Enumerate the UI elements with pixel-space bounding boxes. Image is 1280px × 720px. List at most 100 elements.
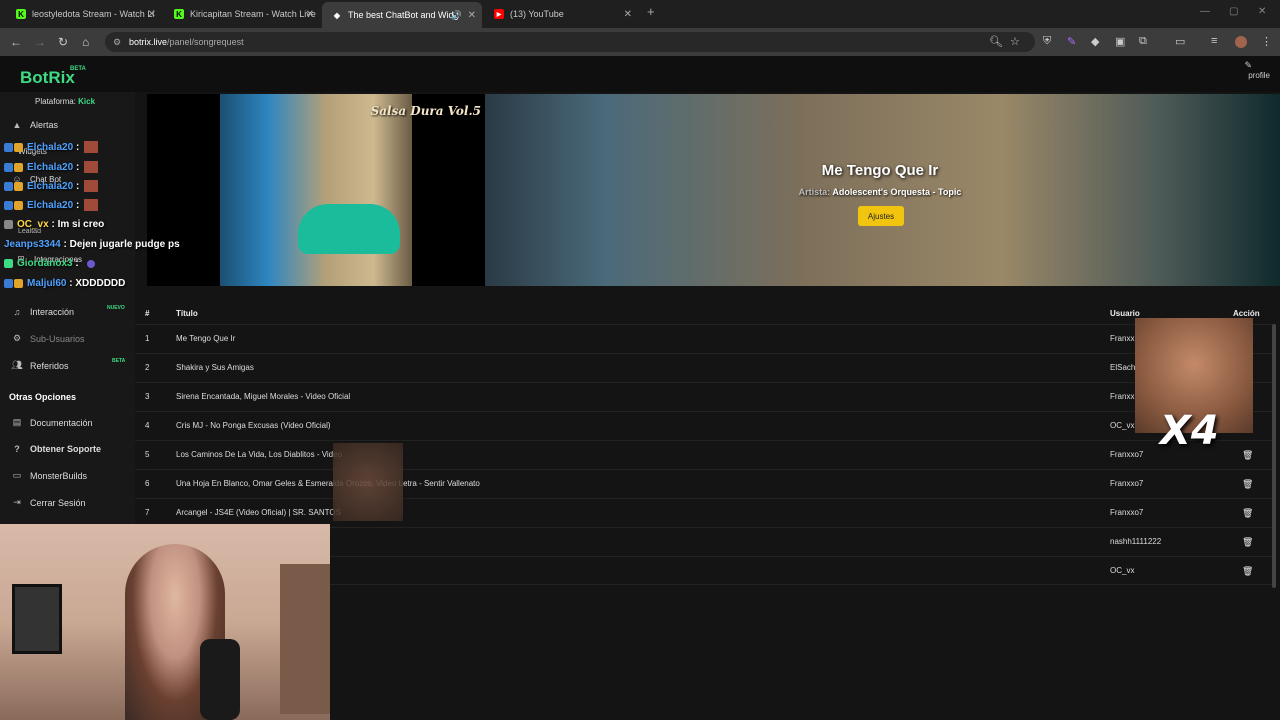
profile-icon[interactable]: ✎ — [1244, 60, 1252, 71]
artist-line: Artista: Adolescent's Orquesta - Topic — [690, 187, 1070, 197]
beta-badge: BETA — [112, 358, 126, 364]
botrix-logo[interactable]: BotRix — [20, 68, 75, 88]
platform-value: Kick — [78, 97, 96, 106]
cast-icon[interactable]: ▭ — [1175, 35, 1185, 48]
site-settings-icon[interactable]: ⚙ — [113, 32, 121, 52]
bookmark-star-icon[interactable]: ☆ — [1010, 35, 1020, 48]
minimize-icon[interactable]: — — [1200, 6, 1210, 17]
music-note-icon: ♫ — [13, 307, 21, 317]
back-icon[interactable]: ← — [10, 35, 22, 49]
monitor-icon: ▭ — [12, 470, 22, 480]
row-user: Franxxo7 — [1110, 508, 1144, 517]
extensions-puzzle-icon[interactable]: ⧉ — [1139, 35, 1147, 48]
chat-message: Elchala20 : — [4, 180, 99, 192]
sidebar-item-monsterbuilds[interactable]: ▭ MonsterBuilds — [10, 470, 87, 481]
table-row: 7 Arcangel - JS4E (Video Oficial) | SR. … — [135, 498, 1275, 527]
row-title: Shakira y Sus Amigas — [176, 363, 254, 372]
speaker-icon[interactable]: 🔊 — [451, 10, 462, 21]
close-icon[interactable]: ✕ — [468, 10, 476, 21]
gear-icon: ⚙ — [12, 333, 22, 343]
youtube-icon: ▶ — [494, 9, 504, 19]
chat-user: Elchala20 — [27, 199, 74, 211]
avatar[interactable] — [1235, 36, 1247, 48]
maximize-icon[interactable]: ▢ — [1229, 6, 1238, 17]
tab-botrix[interactable]: ◆ The best ChatBot and Widg 🔊 ✕ — [322, 2, 482, 28]
extension-pen-icon[interactable]: ✎ — [1067, 35, 1076, 48]
microphone-image — [200, 639, 240, 720]
close-icon[interactable]: ✕ — [624, 9, 632, 20]
row-user: Franxxo7 — [1110, 450, 1144, 459]
album-cover: Salsa Dura Vol.5 — [147, 94, 485, 286]
chat-message: Elchala20 : — [4, 141, 99, 153]
settings-button[interactable]: Ajustes — [858, 206, 904, 226]
reload-icon[interactable]: ↻ — [58, 35, 68, 49]
extension-box-icon[interactable]: ▣ — [1115, 35, 1125, 48]
botrix-icon: ◆ — [333, 10, 341, 20]
url-path: /panel/songrequest — [167, 37, 244, 47]
sidebar-item-label: MonsterBuilds — [30, 470, 88, 481]
row-title: Arcangel - JS4E (Video Oficial) | SR. SA… — [176, 508, 341, 517]
emote-icon — [86, 259, 95, 268]
row-num: 7 — [145, 508, 150, 517]
tab-youtube[interactable]: ▶ (13) YouTube ✕ — [484, 4, 638, 24]
zoom-icon[interactable]: 🔍︎ — [989, 35, 1003, 48]
col-title: Título — [176, 309, 198, 318]
extension-shield-icon[interactable]: ⛨ — [1043, 35, 1051, 48]
forward-icon[interactable]: → — [34, 35, 46, 49]
table-row: 5 Los Caminos De La Vida, Los Diablitos … — [135, 440, 1275, 469]
sidebar-item-label: Referidos — [30, 360, 69, 371]
col-user: Usuario — [1110, 309, 1140, 318]
song-title: Me Tengo Que Ir — [821, 162, 939, 179]
chat-user: OC_vx — [17, 219, 49, 230]
platform-indicator: Plataforma: Kick — [35, 97, 95, 106]
table-row: 6 Una Hoja En Blanco, Omar Geles & Esmer… — [135, 469, 1275, 498]
sidebar-item-soporte[interactable]: ? Obtener Soporte — [10, 444, 101, 454]
sidebar-item-interaccion[interactable]: ♫ Interacción — [10, 307, 74, 317]
wall-frame-image — [12, 584, 62, 654]
users-icon: 👥︎ — [11, 360, 23, 370]
trash-icon[interactable]: 🗑︎ — [1242, 479, 1253, 490]
chat-text: : — [75, 161, 80, 173]
tab-kiricapitan[interactable]: K Kiricapitan Stream - Watch Live ✕ — [164, 4, 320, 24]
window-close-icon[interactable]: ✕ — [1258, 6, 1266, 17]
url-input[interactable]: ⚙ botrix.live/panel/songrequest — [105, 32, 1035, 52]
other-options-title: Otras Opciones — [9, 392, 77, 402]
extension-diamond-icon[interactable]: ◆ — [1091, 35, 1099, 48]
home-icon[interactable]: ⌂ — [82, 35, 89, 49]
sidebar-item-referidos[interactable]: 👥︎ Referidos — [10, 360, 69, 371]
row-user: nashh1111222 — [1110, 537, 1162, 546]
emote-icon — [84, 141, 99, 153]
chat-text: : — [75, 258, 79, 269]
table-scrollbar[interactable] — [1272, 324, 1276, 588]
close-icon[interactable]: ✕ — [306, 9, 314, 20]
tab-leostyledota[interactable]: K leostyledota Stream - Watch Li ✕ — [6, 4, 162, 24]
trash-icon[interactable]: 🗑︎ — [1242, 450, 1253, 461]
logout-icon: ⇥ — [13, 497, 21, 507]
row-num: 4 — [145, 421, 150, 430]
sidebar-item-documentacion[interactable]: ▤ Documentación — [10, 417, 93, 428]
sidebar-item-sub-usuarios[interactable]: ⚙ Sub-Usuarios — [10, 333, 85, 344]
emote-icon — [84, 199, 99, 211]
artist-label: Artista: — [798, 187, 831, 197]
trash-icon[interactable]: 🗑︎ — [1242, 566, 1253, 577]
chat-badges-icon — [4, 279, 24, 288]
profile-link[interactable]: profile — [1248, 71, 1270, 80]
menu-dots-icon[interactable]: ⋮ — [1261, 35, 1272, 48]
col-num: # — [145, 309, 150, 318]
chat-badges-icon — [4, 142, 24, 152]
new-tab-button[interactable]: + — [647, 4, 655, 19]
sidebar-item-alertas[interactable]: ▲ Alertas — [10, 120, 58, 130]
row-title: Cris MJ - No Ponga Excusas (Video Oficia… — [176, 421, 331, 430]
row-num: 3 — [145, 392, 150, 401]
chat-badges-icon — [4, 181, 24, 191]
chat-text: : — [75, 141, 80, 153]
trash-icon[interactable]: 🗑︎ — [1242, 508, 1253, 519]
url-host: botrix.live — [129, 37, 168, 47]
media-control-icon[interactable]: ≡ — [1211, 35, 1217, 47]
trash-icon[interactable]: 🗑︎ — [1242, 537, 1253, 548]
chat-user: Giordanox3 — [17, 258, 73, 269]
sidebar-item-label: Documentación — [30, 417, 93, 428]
chat-message: Elchala20 : — [4, 199, 99, 211]
close-icon[interactable]: ✕ — [148, 9, 156, 20]
sidebar-item-cerrar-sesion[interactable]: ⇥ Cerrar Sesión — [10, 497, 85, 508]
